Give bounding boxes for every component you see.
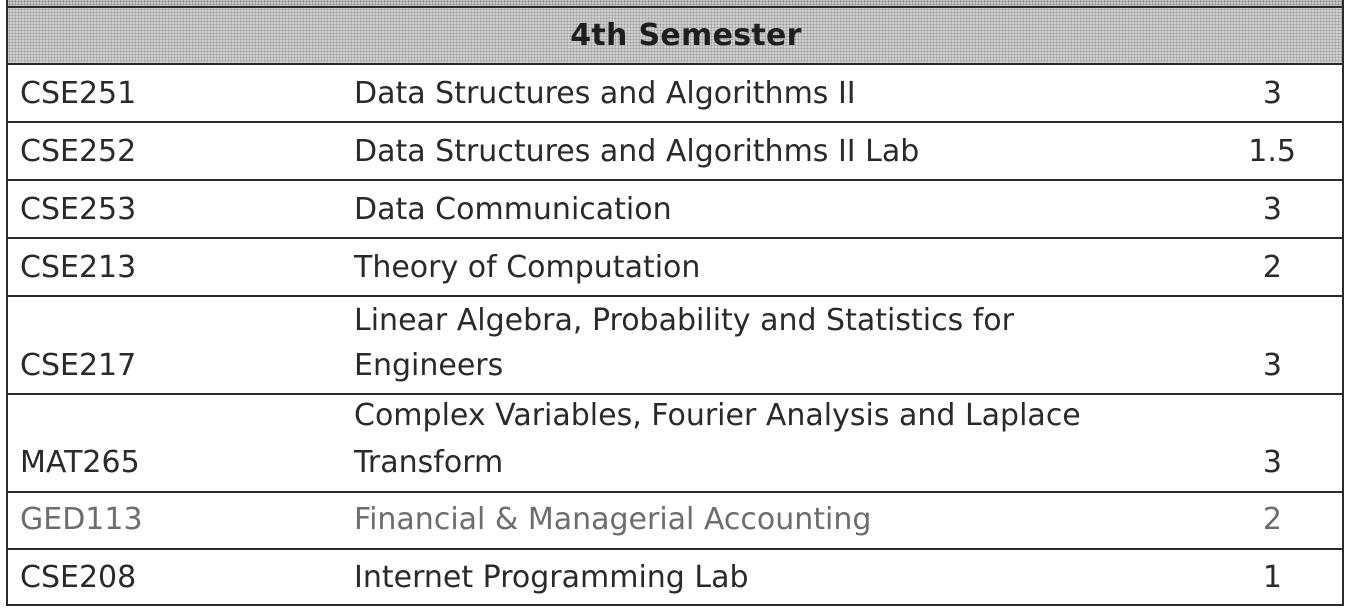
course-credits: 1.5 bbox=[1248, 134, 1296, 169]
course-code: CSE208 bbox=[20, 560, 137, 595]
course-title: Theory of Computation bbox=[354, 250, 701, 285]
course-title-line-1: Complex Variables, Fourier Analysis and … bbox=[354, 398, 1081, 433]
course-credits: 3 bbox=[1262, 192, 1282, 227]
table-row: CSE253 Data Communication 3 bbox=[8, 181, 1342, 239]
table-row: CSE213 Theory of Computation 2 bbox=[8, 239, 1342, 297]
course-code: CSE251 bbox=[20, 76, 137, 111]
course-title-line-2: Engineers bbox=[354, 348, 504, 383]
course-credits: 3 bbox=[1262, 76, 1282, 111]
course-code: CSE213 bbox=[20, 250, 137, 285]
course-code: MAT265 bbox=[20, 445, 140, 480]
course-title: Data Structures and Algorithms II bbox=[354, 76, 856, 111]
table-row: Linear Algebra, Probability and Statisti… bbox=[8, 297, 1342, 395]
course-credits: 3 bbox=[1262, 348, 1282, 383]
course-credits: 2 bbox=[1262, 502, 1282, 537]
course-title-line-1: Linear Algebra, Probability and Statisti… bbox=[354, 303, 1014, 338]
course-title: Data Structures and Algorithms II Lab bbox=[354, 134, 920, 169]
table-row: GED113 Financial & Managerial Accounting… bbox=[8, 493, 1342, 550]
table-row: CSE252 Data Structures and Algorithms II… bbox=[8, 123, 1342, 181]
course-credits: 3 bbox=[1262, 445, 1282, 480]
course-title: Data Communication bbox=[354, 192, 672, 227]
table-row: Complex Variables, Fourier Analysis and … bbox=[8, 395, 1342, 493]
table-row: CSE251 Data Structures and Algorithms II… bbox=[8, 65, 1342, 123]
course-code: GED113 bbox=[20, 502, 143, 537]
semester-title: 4th Semester bbox=[570, 18, 802, 53]
table-row: CSE208 Internet Programming Lab 1 bbox=[8, 550, 1342, 606]
semester-header: 4th Semester bbox=[8, 8, 1342, 65]
course-code: CSE252 bbox=[20, 134, 137, 169]
course-credits: 1 bbox=[1262, 560, 1282, 595]
course-table: 4th Semester CSE251 Data Structures and … bbox=[6, 0, 1344, 606]
course-title: Financial & Managerial Accounting bbox=[354, 502, 872, 537]
top-rule bbox=[8, 0, 1342, 8]
course-code: CSE217 bbox=[20, 348, 137, 383]
course-credits: 2 bbox=[1262, 250, 1282, 285]
course-code: CSE253 bbox=[20, 192, 137, 227]
course-title: Internet Programming Lab bbox=[354, 560, 749, 595]
course-title-line-2: Transform bbox=[354, 445, 504, 480]
